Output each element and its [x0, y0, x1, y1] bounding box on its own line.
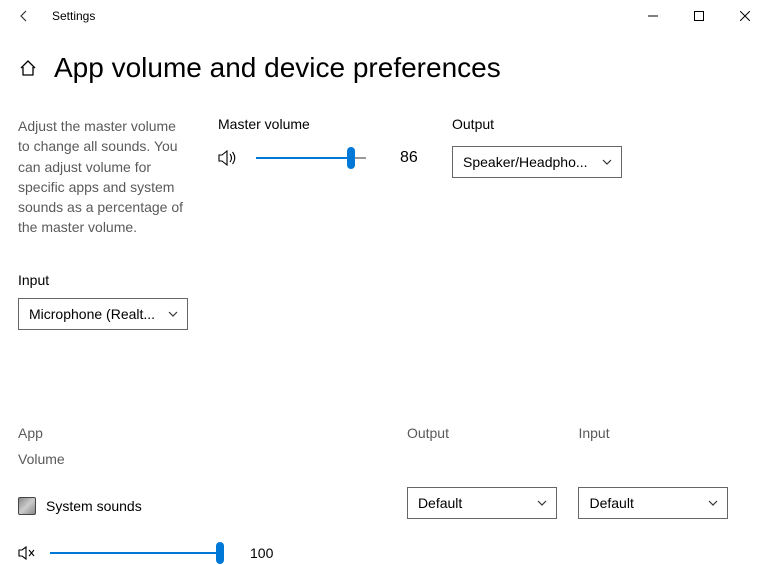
app-name: System sounds: [46, 498, 142, 514]
column-app-label: App: [18, 425, 407, 441]
slider-thumb[interactable]: [216, 542, 224, 564]
window-title: Settings: [52, 9, 95, 23]
app-output-dropdown[interactable]: Default: [407, 487, 557, 519]
output-label: Output: [452, 116, 622, 132]
output-device-dropdown[interactable]: Speaker/Headpho...: [452, 146, 622, 178]
page-header: App volume and device preferences: [0, 32, 768, 92]
close-button[interactable]: [722, 0, 768, 32]
app-output-cell: Default: [407, 487, 579, 519]
chevron-down-icon: [601, 156, 613, 168]
output-section: Output Speaker/Headpho...: [452, 116, 622, 178]
window-controls: [630, 0, 768, 32]
master-row: Adjust the master volume to change all s…: [18, 116, 750, 238]
apps-columns-header: App Volume Output Input: [18, 425, 750, 467]
input-section: Input Microphone (Realt...: [18, 272, 750, 330]
home-icon: [19, 59, 37, 77]
app-volume-row: 100: [18, 541, 750, 565]
column-output-label: Output: [407, 425, 579, 467]
home-button[interactable]: [18, 58, 38, 78]
page-description: Adjust the master volume to change all s…: [18, 116, 198, 238]
app-name-row: System sounds: [18, 497, 407, 515]
maximize-button[interactable]: [676, 0, 722, 32]
input-device-dropdown[interactable]: Microphone (Realt...: [18, 298, 188, 330]
master-volume-label: Master volume: [218, 116, 428, 132]
content: Adjust the master volume to change all s…: [0, 92, 768, 565]
input-label: Input: [18, 272, 750, 288]
app-input-cell: Default: [578, 487, 750, 519]
slider-thumb[interactable]: [347, 147, 355, 169]
chevron-down-icon: [536, 497, 548, 509]
app-volume-slider[interactable]: [50, 541, 220, 565]
page-title: App volume and device preferences: [54, 52, 501, 84]
back-button[interactable]: [8, 0, 40, 32]
input-device-selected: Microphone (Realt...: [29, 306, 155, 322]
maximize-icon: [694, 11, 704, 21]
column-input-label: Input: [578, 425, 750, 467]
app-output-selected: Default: [418, 495, 462, 511]
chevron-down-icon: [167, 308, 179, 320]
system-sounds-icon: [18, 497, 36, 515]
app-info: System sounds: [18, 491, 407, 515]
slider-fill: [256, 157, 351, 159]
app-input-selected: Default: [589, 495, 633, 511]
column-volume-label: Volume: [18, 451, 407, 467]
master-volume-value: 86: [400, 149, 428, 167]
app-row: System sounds Default Default: [18, 487, 750, 519]
chevron-down-icon: [707, 497, 719, 509]
back-arrow-icon: [17, 9, 31, 23]
output-device-selected: Speaker/Headpho...: [463, 154, 588, 170]
master-volume-section: Master volume 86: [218, 116, 428, 170]
minimize-icon: [648, 11, 658, 21]
slider-fill: [50, 552, 220, 554]
speaker-icon[interactable]: [218, 149, 240, 167]
master-volume-row: 86: [218, 146, 428, 170]
mute-icon[interactable]: [18, 545, 38, 561]
app-input-dropdown[interactable]: Default: [578, 487, 728, 519]
close-icon: [740, 11, 750, 21]
minimize-button[interactable]: [630, 0, 676, 32]
titlebar: Settings: [0, 0, 768, 32]
app-volume-value: 100: [250, 545, 278, 561]
master-volume-slider[interactable]: [256, 146, 366, 170]
